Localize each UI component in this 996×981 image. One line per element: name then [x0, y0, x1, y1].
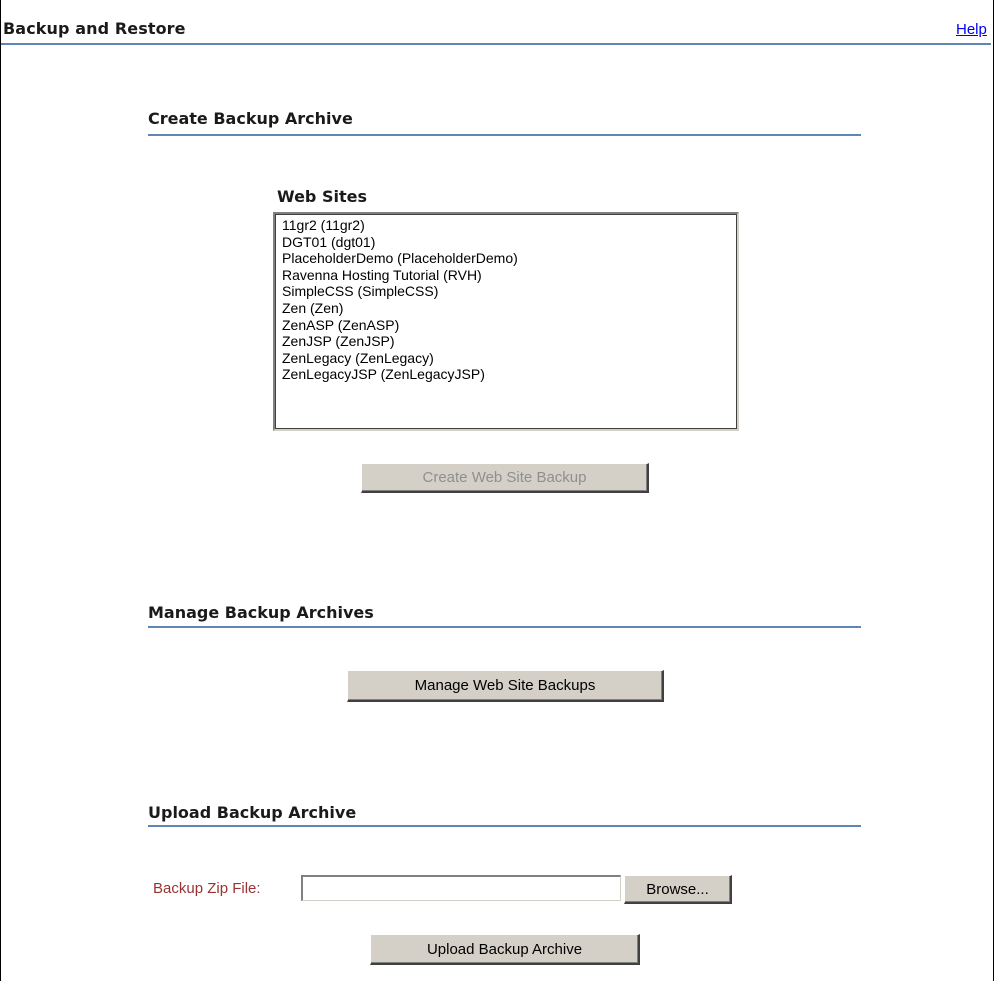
list-item[interactable]: ZenLegacy (ZenLegacy) [282, 350, 737, 367]
create-section-title: Create Backup Archive [148, 109, 353, 128]
create-section-divider [148, 134, 861, 136]
list-item[interactable]: DGT01 (dgt01) [282, 234, 737, 251]
page-title: Backup and Restore [3, 19, 186, 38]
list-item[interactable]: ZenJSP (ZenJSP) [282, 333, 737, 350]
browse-button[interactable]: Browse... [624, 875, 732, 904]
manage-web-site-backups-button[interactable]: Manage Web Site Backups [347, 670, 664, 702]
list-item[interactable]: 11gr2 (11gr2) [282, 217, 737, 234]
backup-zip-file-input[interactable] [301, 875, 621, 901]
help-link[interactable]: Help [956, 21, 987, 38]
manage-section-divider [148, 626, 861, 628]
upload-section-title: Upload Backup Archive [148, 803, 357, 822]
list-item[interactable]: ZenLegacyJSP (ZenLegacyJSP) [282, 366, 737, 383]
manage-section-title: Manage Backup Archives [148, 603, 374, 622]
upload-section-divider [148, 825, 861, 827]
web-sites-heading: Web Sites [277, 187, 367, 206]
list-item[interactable]: Ravenna Hosting Tutorial (RVH) [282, 267, 737, 284]
web-sites-listbox[interactable]: 11gr2 (11gr2) DGT01 (dgt01) PlaceholderD… [273, 212, 739, 431]
upload-backup-archive-button[interactable]: Upload Backup Archive [370, 934, 640, 965]
list-item[interactable]: Zen (Zen) [282, 300, 737, 317]
title-divider [1, 43, 991, 45]
list-item[interactable]: ZenASP (ZenASP) [282, 317, 737, 334]
list-item[interactable]: PlaceholderDemo (PlaceholderDemo) [282, 250, 737, 267]
create-web-site-backup-button[interactable]: Create Web Site Backup [361, 463, 649, 493]
backup-zip-file-label: Backup Zip File: [153, 880, 261, 897]
list-item[interactable]: SimpleCSS (SimpleCSS) [282, 283, 737, 300]
